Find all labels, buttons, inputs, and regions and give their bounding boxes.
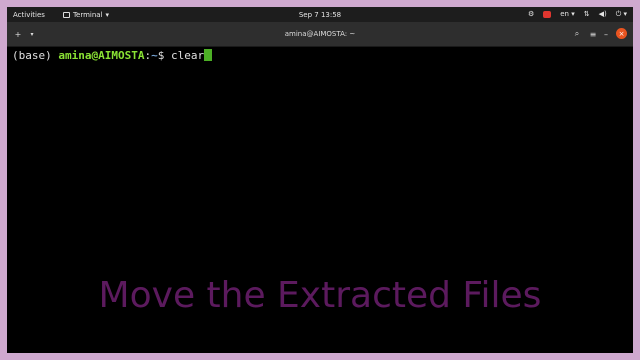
language-label: en	[560, 10, 569, 18]
prompt-symbol: $	[157, 49, 171, 62]
prompt-line: (base) amina@AIMOSTA:~$ clear	[12, 49, 213, 63]
minimize-button[interactable]: –	[601, 27, 611, 41]
terminal-icon	[62, 11, 70, 18]
text-cursor	[204, 49, 213, 61]
language-indicator[interactable]: en ▾	[560, 11, 575, 18]
system-tray[interactable]: ⚙ en ▾ ⇅ ◀) ⏻ ▾	[528, 7, 627, 22]
prompt-path: ~	[151, 49, 158, 62]
screen: Activities Terminal ▾ Sep 7 13:58 ⚙ en ▾…	[7, 7, 633, 353]
close-button[interactable]: ×	[616, 28, 627, 39]
terminal-body[interactable]: (base) amina@AIMOSTA:~$ clear Move the E…	[7, 47, 633, 353]
user-host: amina@AIMOSTA	[58, 49, 145, 62]
network-icon[interactable]: ⇅	[584, 11, 590, 18]
screen-record-icon[interactable]	[543, 11, 552, 18]
video-caption: Move the Extracted Files	[98, 275, 542, 316]
terminal-header-bar: + ▾ amina@AIMOSTA: ~ ⌕ ≡ – ×	[7, 22, 633, 47]
power-menu-icon[interactable]: ⏻ ▾	[616, 11, 627, 18]
volume-icon[interactable]: ◀)	[599, 11, 607, 18]
activities-button[interactable]: Activities	[13, 11, 45, 19]
search-icon[interactable]: ⌕	[571, 27, 583, 41]
chevron-down-icon: ▾	[105, 10, 110, 19]
typed-command: clear	[170, 49, 205, 62]
hamburger-menu-icon[interactable]: ≡	[587, 27, 599, 41]
app-menu[interactable]: Terminal ▾	[62, 10, 110, 19]
window-title: amina@AIMOSTA: ~	[284, 30, 356, 38]
accessibility-icon[interactable]: ⚙	[528, 11, 534, 18]
conda-env: (base)	[12, 49, 59, 62]
gnome-top-bar: Activities Terminal ▾ Sep 7 13:58 ⚙ en ▾…	[7, 7, 633, 22]
app-menu-label: Terminal	[72, 10, 103, 19]
